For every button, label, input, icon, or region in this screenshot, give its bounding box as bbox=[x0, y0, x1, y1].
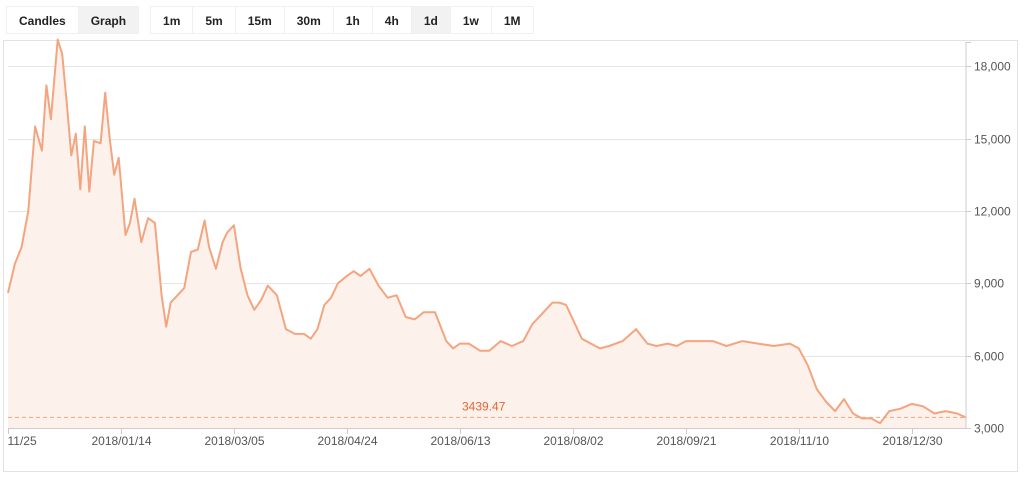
x-axis: 11/25 2018/01/14 2018/03/05 2018/04/24 2018/… bbox=[8, 428, 966, 448]
y-axis: 3,000 6,000 9,000 12,000 15,000 18,000 bbox=[965, 42, 1011, 436]
y-tick-label: 9,000 bbox=[974, 277, 1004, 291]
x-tick-label: 2018/12/30 bbox=[882, 434, 942, 448]
y-tick-label: 15,000 bbox=[974, 133, 1011, 147]
price-chart[interactable]: 3439.47 3,000 6,000 9,000 12,000 15,000 18,00… bbox=[0, 0, 1024, 478]
x-tick-label: 2018/09/21 bbox=[656, 434, 716, 448]
y-tick-label: 12,000 bbox=[974, 205, 1011, 219]
price-area-fill bbox=[8, 39, 966, 428]
y-tick-label: 6,000 bbox=[974, 350, 1004, 364]
x-tick-label: 2018/01/14 bbox=[91, 434, 151, 448]
x-tick-label: 11/25 bbox=[8, 434, 37, 448]
last-price-label: 3439.47 bbox=[462, 399, 506, 413]
x-tick-label: 2018/03/05 bbox=[204, 434, 264, 448]
x-tick-label: 2018/08/02 bbox=[543, 434, 603, 448]
x-tick-label: 2018/11/10 bbox=[770, 434, 829, 448]
x-tick-label: 2018/06/13 bbox=[430, 434, 490, 448]
y-tick-label: 18,000 bbox=[974, 60, 1011, 74]
x-tick-label: 2018/04/24 bbox=[317, 434, 377, 448]
y-tick-label: 3,000 bbox=[974, 422, 1004, 436]
